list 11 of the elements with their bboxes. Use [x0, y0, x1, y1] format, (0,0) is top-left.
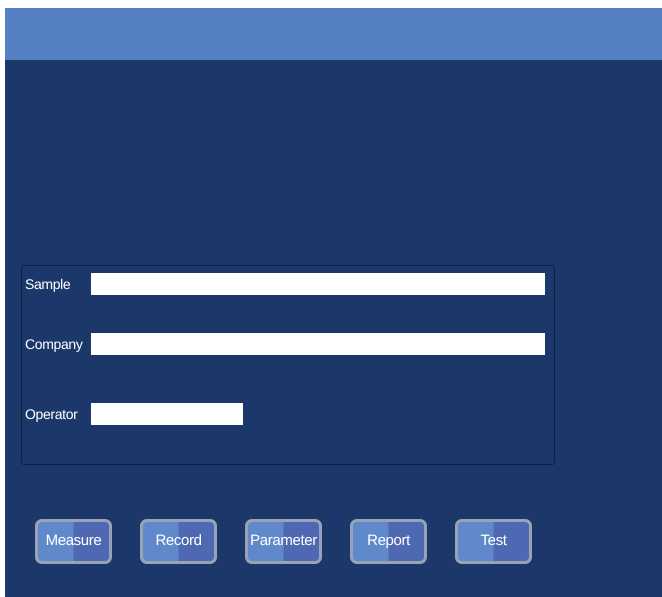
menu-button[interactable]: Record	[140, 519, 217, 564]
field-label: Operator	[25, 404, 78, 424]
menu-button[interactable]: Measure	[35, 519, 112, 564]
field-label: Sample	[25, 274, 72, 294]
menu-button[interactable]: Parameter	[245, 519, 322, 564]
input-field[interactable]	[91, 273, 545, 295]
field-label: Company	[25, 334, 84, 354]
input-field[interactable]	[91, 333, 545, 355]
menu-button[interactable]: Report	[350, 519, 427, 564]
input-field[interactable]	[91, 403, 243, 425]
menu-button[interactable]: Test	[455, 519, 532, 564]
